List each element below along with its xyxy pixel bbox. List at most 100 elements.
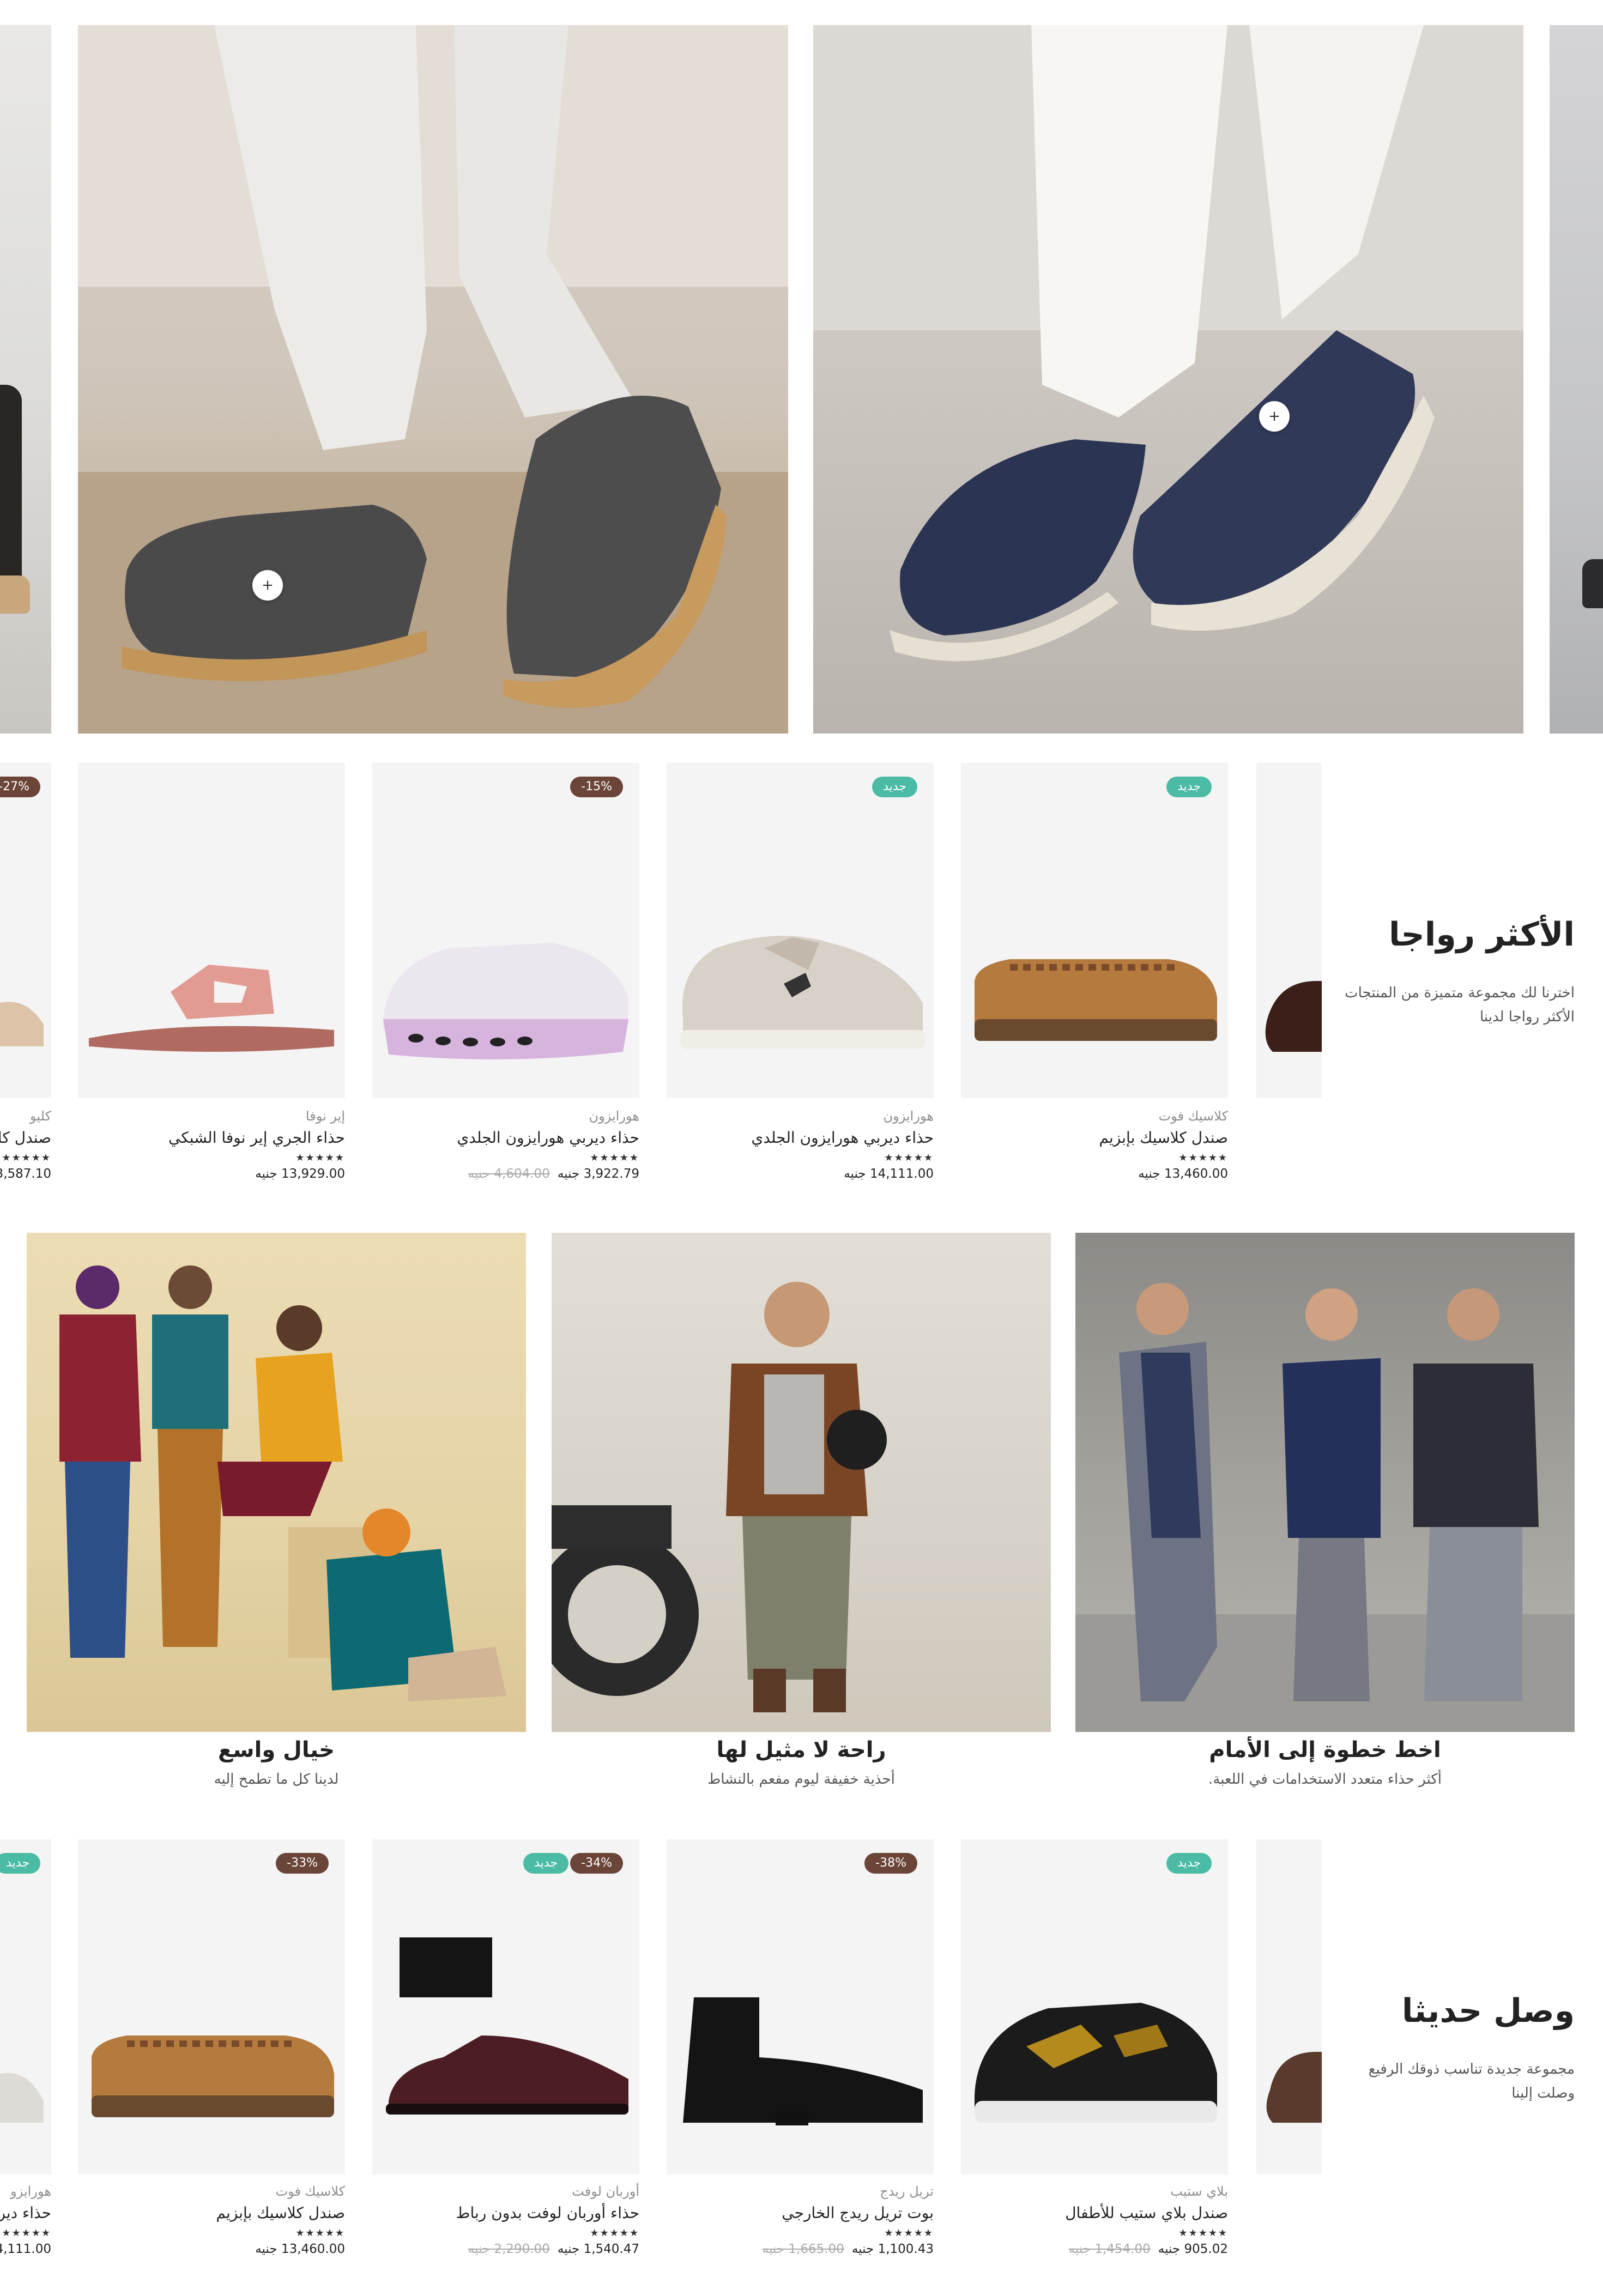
category-banner-image[interactable]: [1075, 1233, 1575, 1732]
category-subtitle: أكثر حذاء متعدد الاستخدامات في اللعبة.: [1208, 1771, 1442, 1788]
product-image: [680, 936, 925, 1049]
product-name[interactable]: صندل بلاي ستيب للأطفال: [961, 2202, 1228, 2224]
product-info: هورايزون حذاء ديربي هورايزون الجلدي ★★★★…: [667, 1107, 934, 1183]
product-info: تريل ريدج بوت تريل ريدج الخارجي ★★★★★ 1,…: [667, 2183, 934, 2258]
category-banner-image[interactable]: [27, 1233, 526, 1732]
hero-image-suede-loafer: +: [813, 25, 1523, 734]
product-brand[interactable]: تريل ريدج: [667, 2183, 934, 2200]
current-price: 14,111.00: [0, 2242, 51, 2256]
subtitle-line: اخترنا لك مجموعة متميزة من المنتجات: [1345, 985, 1575, 1001]
product-name[interactable]: حذاء ديربي هورايزون الجلدي: [667, 1127, 934, 1149]
product-name[interactable]: بوت تريل ريدج الخارجي: [667, 2202, 934, 2224]
loafer-scene: [813, 25, 1523, 662]
product-brand[interactable]: هورايزو: [0, 2183, 51, 2200]
product-brand[interactable]: هورايزون: [372, 1107, 639, 1125]
rating-stars-icon: ★★★★★: [590, 2227, 639, 2239]
product-info: أوربان لوفت حذاء أوربان لوفت بدون رباط ★…: [372, 2183, 639, 2258]
product-price: 3,587.10: [0, 1165, 51, 1183]
discount-badge: -27%: [0, 777, 40, 797]
product-name[interactable]: حذاء ديرب: [0, 2202, 51, 2224]
product-brand[interactable]: كلاسيك فوت: [78, 2183, 345, 2200]
product-price: 13,460.00 جنيه: [78, 2240, 345, 2258]
discount-badge: -15%: [570, 777, 623, 797]
current-price: 13,929.00 جنيه: [255, 1167, 345, 1181]
product-name[interactable]: حذاء ديربي هورايزون الجلدي: [372, 1127, 639, 1149]
section-subtitle-trending: اخترنا لك مجموعة متميزة من المنتجات الأك…: [1302, 981, 1575, 1029]
current-price: 3,922.79 جنيه: [557, 1167, 639, 1181]
product-hotspot-button[interactable]: +: [1259, 401, 1290, 432]
product-brand[interactable]: كلاسيك فوت: [961, 1107, 1228, 1125]
product-price: 14,111.00: [0, 2240, 51, 2258]
category-subtitle: لدينا كل ما تطمح إليه: [214, 1771, 339, 1788]
product-info: هورايزون حذاء ديربي هورايزون الجلدي ★★★★…: [372, 1107, 639, 1183]
product-name[interactable]: صندل كلاسيك بإبزيم: [78, 2202, 345, 2224]
product-name[interactable]: صندل كل: [0, 1127, 51, 1149]
current-price: 13,460.00 جنيه: [255, 2242, 345, 2256]
product-image: [1265, 981, 1322, 1052]
discount-badge: -38%: [864, 1853, 917, 1874]
rating-stars-icon: ★★★★★: [1178, 2227, 1228, 2239]
product-image: [975, 959, 1217, 1041]
category-title[interactable]: راحة لا مثيل لها: [552, 1737, 1051, 1762]
product-price: 14,111.00 جنيه: [667, 1165, 934, 1183]
product-card-partial[interactable]: [1256, 1839, 1322, 2174]
product-info: كلاسيك فوت صندل كلاسيك بإبزيم ★★★★★ 13,4…: [78, 2183, 345, 2258]
rating-stars-icon: ★★★★★: [590, 1152, 639, 1164]
product-card[interactable]: [78, 763, 345, 1098]
category-banner-image[interactable]: [552, 1233, 1051, 1732]
product-card[interactable]: -38%: [667, 1839, 934, 2174]
product-image: [386, 1937, 628, 2115]
new-badge: جديد: [0, 1853, 40, 1874]
product-price: 13,929.00 جنيه: [78, 1165, 345, 1183]
new-badge: جديد: [872, 777, 917, 797]
product-info-partial: كليو صندل كل ★★★★★ 3,587.10: [0, 1107, 51, 1183]
product-image: [383, 943, 628, 1059]
product-name[interactable]: حذاء الجري إير نوفا الشبكي: [78, 1127, 345, 1149]
product-image: [89, 965, 334, 1052]
subtitle-line: مجموعة جديدة تناسب ذوقك الرفيع: [1368, 2061, 1575, 2077]
product-card[interactable]: -33%: [78, 1839, 345, 2174]
slipper-scene: [78, 25, 788, 734]
category-title[interactable]: اخط خطوة إلى الأمام: [1075, 1737, 1575, 1762]
old-price: 1,665.00 جنيه: [762, 2242, 844, 2256]
section-title-trending: الأكثر رواجا: [1388, 916, 1575, 954]
product-card[interactable]: جديد: [961, 763, 1228, 1098]
product-price: 905.02 جنيه 1,454.00 جنيه: [961, 2240, 1228, 2258]
product-brand[interactable]: بلاي ستيب: [961, 2183, 1228, 2200]
product-card-partial[interactable]: جديد: [0, 1839, 51, 2174]
current-price: 13,460.00 جنيه: [1138, 1167, 1228, 1181]
product-price: 3,922.79 جنيه 4,604.00 جنيه: [372, 1165, 639, 1183]
product-card-partial[interactable]: -27%: [0, 763, 51, 1098]
product-image: [0, 1002, 44, 1046]
product-card[interactable]: -34% جديد: [372, 1839, 639, 2174]
product-brand[interactable]: هورايزون: [667, 1107, 934, 1125]
current-price: 905.02 جنيه: [1158, 2242, 1228, 2256]
rating-stars-icon: ★★★★★: [295, 1152, 345, 1164]
product-brand[interactable]: أوربان لوفت: [372, 2183, 639, 2200]
old-price: 1,454.00 جنيه: [1068, 2242, 1151, 2256]
product-name[interactable]: حذاء أوربان لوفت بدون رباط: [372, 2202, 639, 2224]
section-subtitle-new-arrivals: مجموعة جديدة تناسب ذوقك الرفيع وصلت إلين…: [1302, 2057, 1575, 2105]
product-card-partial[interactable]: [1256, 763, 1322, 1098]
hero-image-partial-left: [0, 25, 51, 734]
product-card[interactable]: -15%: [372, 763, 639, 1098]
product-brand[interactable]: كليو: [0, 1107, 51, 1125]
current-price: 1,540.47 جنيه: [557, 2242, 639, 2256]
product-card[interactable]: جديد: [961, 1839, 1228, 2174]
new-badge: جديد: [1166, 1853, 1212, 1874]
product-hotspot-button[interactable]: +: [252, 570, 283, 601]
rating-stars-icon: ★★★★★: [2, 1152, 51, 1164]
old-price: 4,604.00 جنيه: [468, 1167, 550, 1181]
category-title[interactable]: خيال واسع: [27, 1737, 526, 1762]
category-subtitle: أحذية خفيفة ليوم مفعم بالنشاط: [707, 1771, 895, 1788]
biker-photo: [552, 1282, 887, 1712]
product-price: 13,460.00 جنيه: [961, 1165, 1228, 1183]
old-price: 2,290.00 جنيه: [468, 2242, 550, 2256]
product-info: كلاسيك فوت صندل كلاسيك بإبزيم ★★★★★ 13,4…: [961, 1107, 1228, 1183]
product-price: 1,540.47 جنيه 2,290.00 جنيه: [372, 2240, 639, 2258]
product-card[interactable]: جديد: [667, 763, 934, 1098]
product-brand[interactable]: إير نوفا: [78, 1107, 345, 1125]
product-name[interactable]: صندل كلاسيك بإبزيم: [961, 1127, 1228, 1149]
product-info: إير نوفا حذاء الجري إير نوفا الشبكي ★★★★…: [78, 1107, 345, 1183]
section-title-new-arrivals: وصل حديثا: [1401, 1992, 1575, 2030]
